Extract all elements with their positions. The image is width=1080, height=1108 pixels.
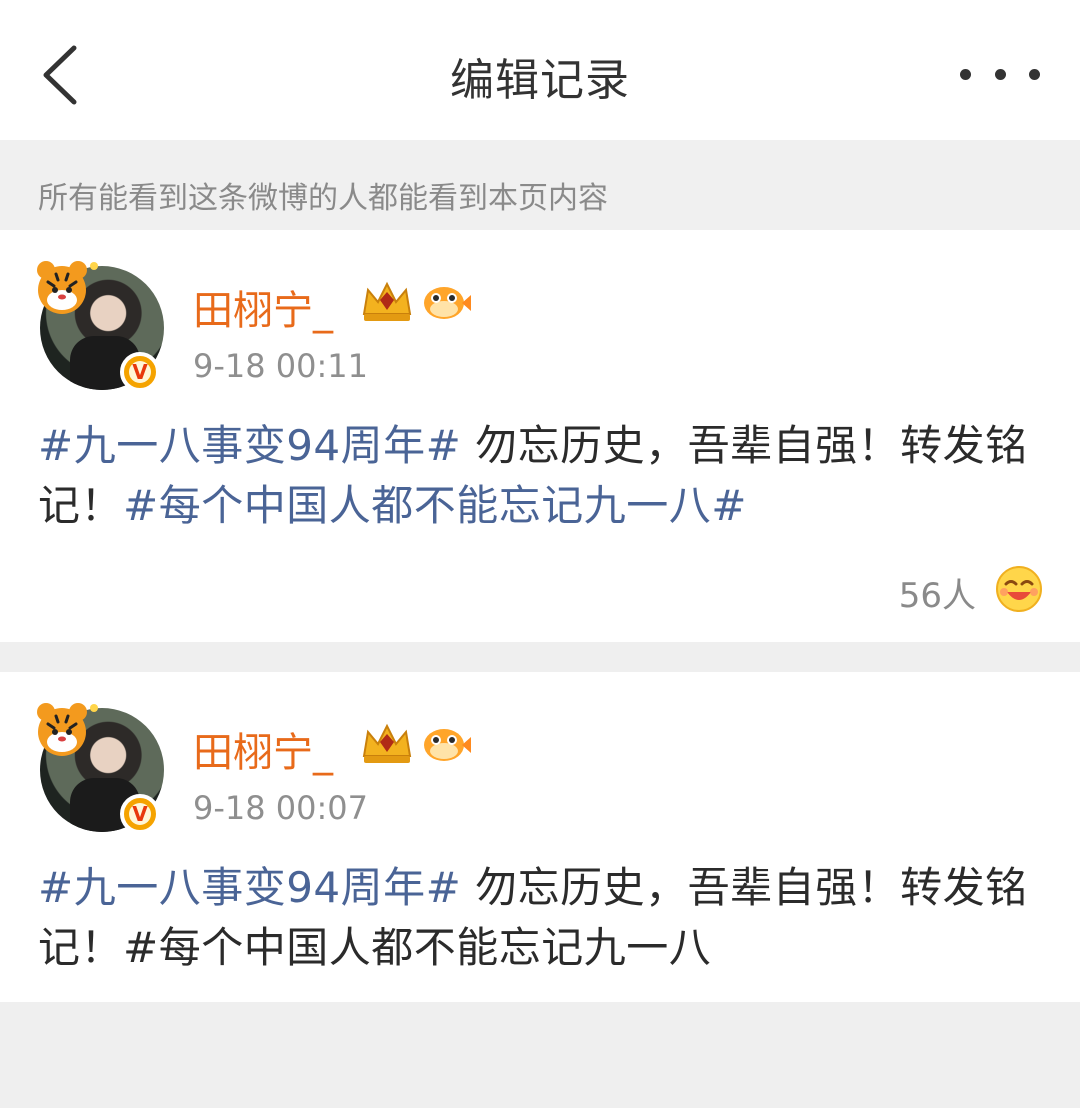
hashtag-link[interactable]: #九一八事变94周年#	[38, 421, 461, 470]
crown-icon	[362, 723, 412, 763]
verified-badge-letter: V	[132, 802, 148, 826]
crown-icon	[362, 281, 412, 321]
reaction-count[interactable]: 56人	[899, 568, 976, 617]
tiger-pendant-icon	[37, 261, 98, 314]
username[interactable]: 田栩宁_	[193, 278, 333, 336]
more-dot	[1029, 68, 1040, 80]
visibility-notice-text: 所有能看到这条微博的人都能看到本页内容	[38, 181, 608, 216]
username[interactable]: 田栩宁_	[193, 720, 333, 778]
hashtag-link[interactable]: #每个中国人都不能忘记九一八#	[123, 481, 747, 530]
tiger-pendant-icon	[37, 703, 98, 756]
laughing-emoji-icon[interactable]	[994, 564, 1044, 614]
verified-badge: V	[120, 352, 160, 392]
more-button[interactable]	[960, 56, 1040, 92]
verified-badge-letter: V	[132, 360, 148, 384]
top-bar: 编辑记录	[0, 0, 1080, 140]
more-dot	[994, 68, 1006, 80]
edit-record-card: V 田栩宁_ 9-18 00:07 #九一八事变94周年# 勿忘历史，吾辈自强！…	[0, 672, 1080, 1002]
avatar[interactable]: V	[26, 252, 176, 402]
post-content: #九一八事变94周年# 勿忘历史，吾辈自强！转发铭记！#每个中国人都不能忘记九一…	[38, 416, 1038, 536]
verified-badge: V	[120, 794, 160, 834]
pufferfish-icon	[424, 729, 471, 761]
edit-record-card: V 田栩宁_ 9-18 00:11 #九一八事变94周年# 勿忘历史，吾辈自强！…	[0, 230, 1080, 642]
pufferfish-icon	[424, 287, 471, 319]
more-dot	[960, 68, 971, 80]
post-timestamp: 9-18 00:07	[193, 789, 369, 827]
post-timestamp: 9-18 00:11	[193, 347, 369, 385]
post-content: #九一八事变94周年# 勿忘历史，吾辈自强！转发铭记！#每个中国人都不能忘记九一…	[38, 858, 1038, 978]
hashtag-link[interactable]: #九一八事变94周年#	[38, 863, 461, 912]
page-title: 编辑记录	[450, 55, 630, 106]
avatar[interactable]: V	[26, 694, 176, 844]
